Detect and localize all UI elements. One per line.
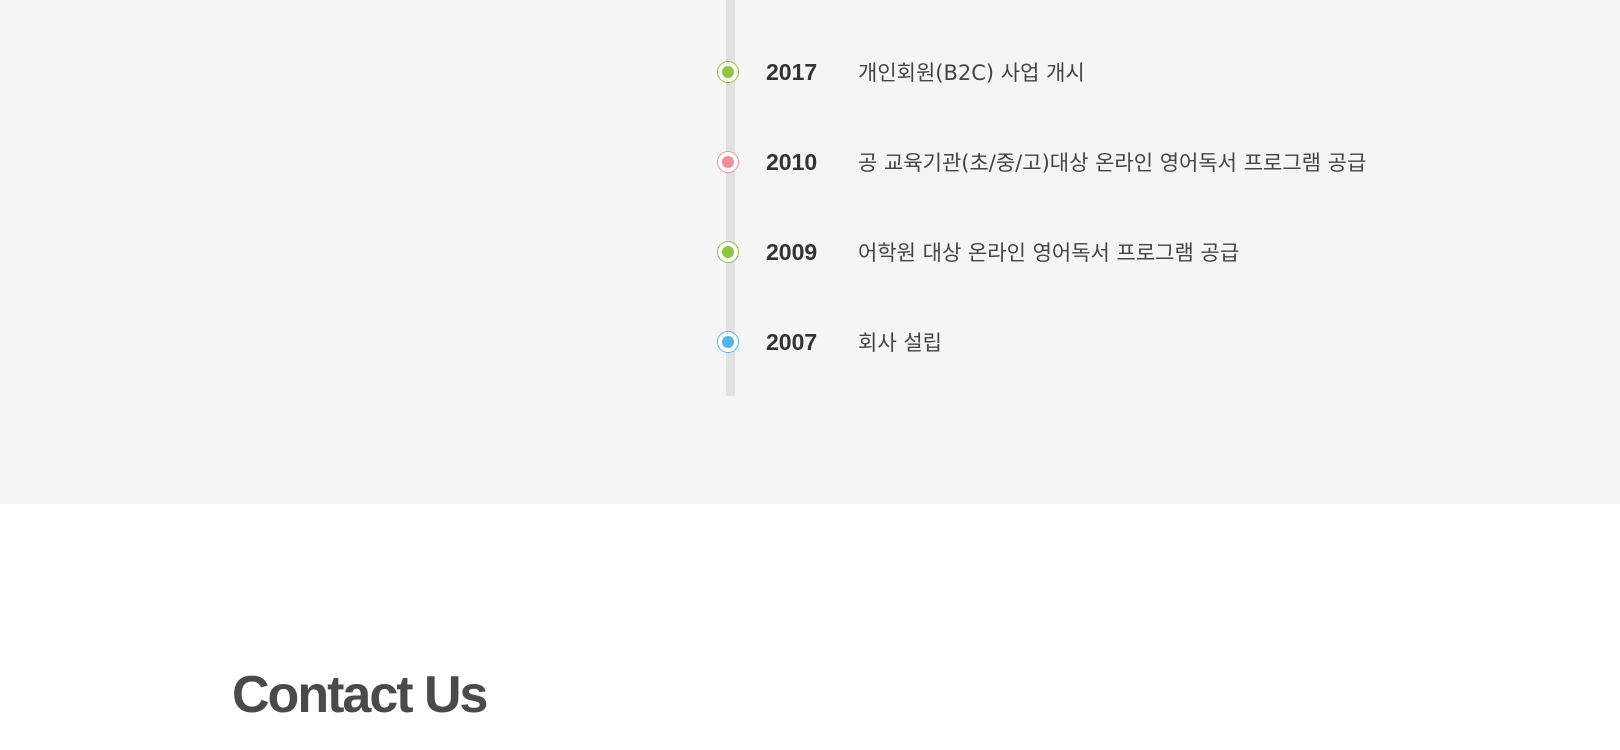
timeline-year: 2010 bbox=[766, 148, 818, 175]
timeline-dot-icon bbox=[718, 242, 738, 262]
history-section: 2017 개인회원(B2C) 사업 개시 2010 공 교육기관(초/중/고)대… bbox=[0, 0, 1620, 504]
timeline-dot-icon bbox=[718, 62, 738, 82]
timeline-item: 2009 어학원 대상 온라인 영어독서 프로그램 공급 bbox=[718, 239, 1239, 265]
timeline-dot-icon bbox=[718, 152, 738, 172]
contact-title: Contact Us bbox=[232, 666, 488, 724]
timeline-dot-icon bbox=[718, 332, 738, 352]
timeline-description: 공 교육기관(초/중/고)대상 온라인 영어독서 프로그램 공급 bbox=[858, 151, 1367, 175]
timeline-description: 어학원 대상 온라인 영어독서 프로그램 공급 bbox=[858, 241, 1240, 265]
timeline-description: 개인회원(B2C) 사업 개시 bbox=[858, 61, 1085, 85]
timeline-item: 2010 공 교육기관(초/중/고)대상 온라인 영어독서 프로그램 공급 bbox=[718, 149, 1366, 175]
timeline-year: 2017 bbox=[766, 58, 818, 85]
timeline-year: 2007 bbox=[766, 328, 818, 355]
timeline-year: 2009 bbox=[766, 238, 818, 265]
timeline-description: 회사 설립 bbox=[858, 331, 942, 355]
timeline-item: 2007 회사 설립 bbox=[718, 329, 942, 355]
contact-section: Contact Us bbox=[0, 504, 1620, 750]
timeline-item: 2017 개인회원(B2C) 사업 개시 bbox=[718, 59, 1085, 85]
